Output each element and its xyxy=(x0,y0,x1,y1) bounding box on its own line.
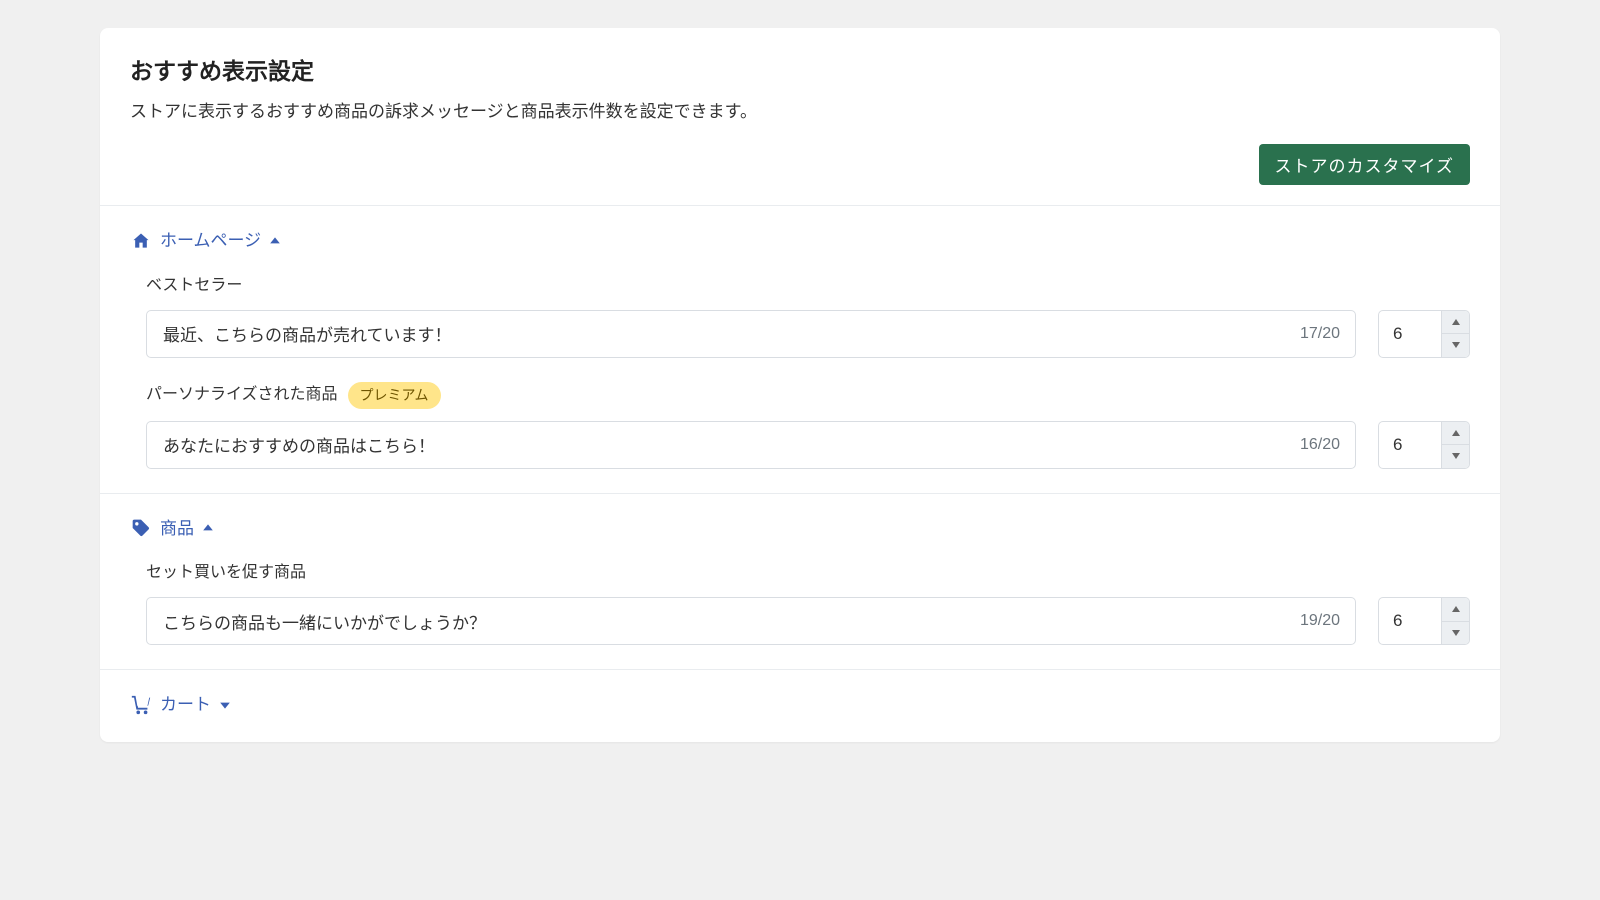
spinner-down-button[interactable] xyxy=(1442,621,1469,645)
spinner-buttons xyxy=(1441,311,1469,357)
field-crosssell: セット買いを促す商品 19/20 6 xyxy=(146,561,1470,645)
field-label: ベストセラー xyxy=(146,274,242,298)
card-header: おすすめ表示設定 ストアに表示するおすすめ商品の訴求メッセージと商品表示件数を設… xyxy=(100,28,1500,205)
field-label: セット買いを促す商品 xyxy=(146,561,306,585)
page-description: ストアに表示するおすすめ商品の訴求メッセージと商品表示件数を設定できます。 xyxy=(130,99,1470,125)
section-homepage-toggle[interactable]: ホームページ xyxy=(130,228,1470,254)
field-bestseller: ベストセラー 17/20 6 xyxy=(146,274,1470,358)
spinner-down-button[interactable] xyxy=(1442,333,1469,357)
spinner-value: 6 xyxy=(1379,311,1441,357)
home-icon xyxy=(130,230,152,252)
count-spinner-personalized[interactable]: 6 xyxy=(1378,421,1470,469)
field-row: 16/20 6 xyxy=(146,421,1470,469)
section-title: カート xyxy=(160,692,211,718)
section-body: ベストセラー 17/20 6 xyxy=(130,274,1470,469)
section-title: 商品 xyxy=(160,516,194,542)
tag-icon xyxy=(130,517,152,539)
count-spinner-crosssell[interactable]: 6 xyxy=(1378,597,1470,645)
chevron-up-icon xyxy=(269,235,281,247)
spinner-buttons xyxy=(1441,598,1469,644)
section-title: ホームページ xyxy=(160,228,261,254)
spinner-up-button[interactable] xyxy=(1442,422,1469,445)
field-label-row: ベストセラー xyxy=(146,274,1470,298)
cart-icon xyxy=(130,694,152,716)
field-row: 17/20 6 xyxy=(146,310,1470,358)
spinner-buttons xyxy=(1441,422,1469,468)
field-label-row: セット買いを促す商品 xyxy=(146,561,1470,585)
header-actions: ストアのカスタマイズ xyxy=(130,144,1470,185)
message-input-crosssell[interactable] xyxy=(146,597,1356,645)
text-wrap: 19/20 xyxy=(146,597,1356,645)
section-homepage: ホームページ ベストセラー 17/20 6 xyxy=(100,205,1500,493)
char-count: 17/20 xyxy=(1300,322,1340,346)
section-cart-toggle[interactable]: カート xyxy=(130,692,1470,718)
spinner-value: 6 xyxy=(1379,598,1441,644)
chevron-up-icon xyxy=(202,522,214,534)
settings-card: おすすめ表示設定 ストアに表示するおすすめ商品の訴求メッセージと商品表示件数を設… xyxy=(100,28,1500,742)
char-count: 16/20 xyxy=(1300,433,1340,457)
text-wrap: 16/20 xyxy=(146,421,1356,469)
spinner-value: 6 xyxy=(1379,422,1441,468)
section-products-toggle[interactable]: 商品 xyxy=(130,516,1470,542)
premium-badge: プレミアム xyxy=(348,382,441,409)
spinner-up-button[interactable] xyxy=(1442,311,1469,334)
field-label-row: パーソナライズされた商品 プレミアム xyxy=(146,382,1470,409)
field-label: パーソナライズされた商品 xyxy=(146,383,338,407)
spinner-down-button[interactable] xyxy=(1442,444,1469,468)
spinner-up-button[interactable] xyxy=(1442,598,1469,621)
section-products: 商品 セット買いを促す商品 19/20 6 xyxy=(100,493,1500,670)
customize-store-button[interactable]: ストアのカスタマイズ xyxy=(1259,144,1471,185)
message-input-personalized[interactable] xyxy=(146,421,1356,469)
field-personalized: パーソナライズされた商品 プレミアム 16/20 6 xyxy=(146,382,1470,469)
page-title: おすすめ表示設定 xyxy=(130,54,1470,89)
count-spinner-bestseller[interactable]: 6 xyxy=(1378,310,1470,358)
field-row: 19/20 6 xyxy=(146,597,1470,645)
message-input-bestseller[interactable] xyxy=(146,310,1356,358)
section-body: セット買いを促す商品 19/20 6 xyxy=(130,561,1470,645)
char-count: 19/20 xyxy=(1300,609,1340,633)
section-cart: カート xyxy=(100,669,1500,742)
text-wrap: 17/20 xyxy=(146,310,1356,358)
chevron-down-icon xyxy=(219,699,231,711)
